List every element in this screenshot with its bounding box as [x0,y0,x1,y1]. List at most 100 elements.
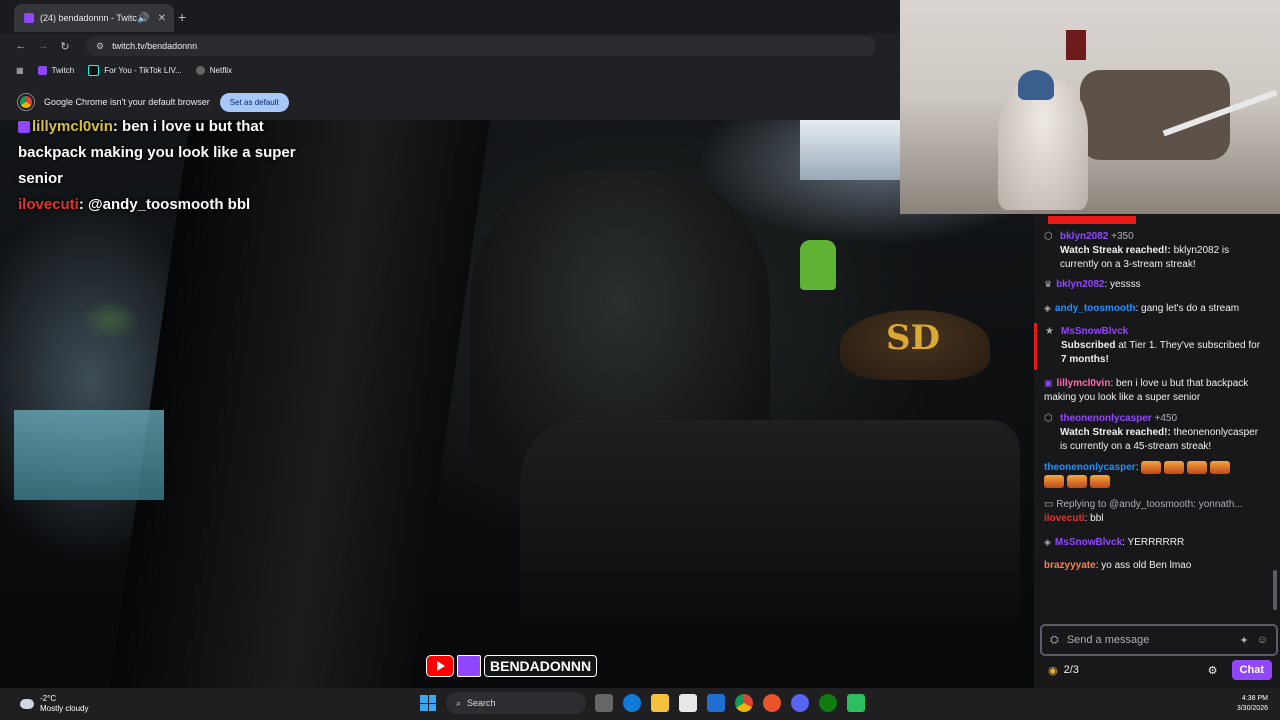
star-icon: ★ [1045,326,1054,337]
chat-username[interactable]: theonenonlycasper [1060,413,1152,424]
points-label: 2/3 [1063,664,1079,676]
set-default-button[interactable]: Set as default [219,92,289,112]
store-icon[interactable] [679,694,697,712]
chat-input-placeholder: Send a message [1066,634,1150,646]
back-icon[interactable]: ← [10,40,32,52]
prime-badge-icon: ▣ [1044,378,1053,388]
apps-grid-icon[interactable]: ▦ [16,66,24,75]
video-overlay-chat: lillymcl0vin: ben i love u but that back… [18,114,298,218]
reload-icon[interactable]: ↻ [54,40,76,53]
close-icon[interactable]: ✕ [158,13,166,24]
chat-message: ⬡ bklyn2082 +350 Watch Streak reached!: … [1034,228,1274,275]
streamer-logo: BENDADONNN [426,655,604,677]
globe-icon [195,65,205,75]
chat-message: brazyyyate: yo ass old Ben lmao [1034,557,1274,576]
bookmark-twitch[interactable]: Twitch [37,65,74,75]
temperature: -2°C [40,694,57,703]
chat-username[interactable]: theonenonlycasper [1044,462,1136,473]
windows-taskbar: -2°C Mostly cloudy ⌕ Search 4:38 PM 3/30… [0,688,1280,720]
emote-icon [1141,461,1162,474]
chat-username[interactable]: bklyn2082 [1056,279,1104,290]
sub-text: at Tier 1. They've subscribed for [1118,340,1261,351]
app-icon[interactable] [847,694,865,712]
speaker-icon[interactable]: 🔊 [137,13,149,24]
search-icon: ⌕ [456,697,462,708]
chat-username[interactable]: ilovecuti [1044,513,1085,524]
overlay-username: lillymcl0vin [32,118,113,135]
twitch-icon [37,65,47,75]
system-clock[interactable]: 4:38 PM 3/30/2026 [1237,694,1268,714]
channel-points-button[interactable]: ◉ 2/3 [1048,664,1079,677]
chat-panel: ⬡ bklyn2082 +350 Watch Streak reached!: … [1034,214,1280,688]
subscription-message: ★ MsSnowBlvck Subscribed at Tier 1. They… [1034,323,1274,370]
chat-username[interactable]: bklyn2082 [1060,231,1108,242]
xbox-icon[interactable] [819,694,837,712]
chat-message: ▭ Replying to @andy_toosmooth: yonnath..… [1034,496,1274,529]
emote-icon [1187,461,1208,474]
emote-icon [1067,475,1087,489]
chat-username[interactable]: lillymcl0vin [1057,378,1111,389]
taskbar-search[interactable]: ⌕ Search [446,692,586,714]
bookmark-netflix[interactable]: Netflix [195,65,232,75]
start-icon[interactable] [420,695,436,711]
chat-scrollbar[interactable] [1273,570,1277,610]
tab-title: (24) bendadonnn - Twitch [40,13,138,23]
points-text: +450 [1154,413,1178,424]
streak-icon: ⬡ [1044,413,1053,424]
chrome-icon[interactable] [735,694,753,712]
chat-message: ⬡ theonenonlycasper +450 Watch Streak re… [1034,410,1274,457]
streak-title: Watch Streak reached!: [1060,245,1171,256]
address-bar[interactable]: ⚙ twitch.tv/bendadonnn [86,36,876,56]
chat-username[interactable]: MsSnowBlvck [1061,326,1128,337]
edge-icon[interactable] [623,694,641,712]
wall-poster [1066,30,1086,60]
chat-message: ◈ MsSnowBlvck: YERRRRRR [1034,533,1274,553]
green-bottle [800,240,836,290]
browser-window: (24) bendadonnn - Twitch 🔊 ✕ + ← → ↻ ⚙ t… [0,0,900,120]
chat-username[interactable]: andy_toosmooth [1055,303,1136,314]
channel-points-icon: ◉ [1048,664,1058,677]
chat-footer: ◉ 2/3 ⚙ Chat [1034,660,1280,680]
overlay-message: : @andy_toosmooth bbl [78,196,251,213]
chat-text: : yessss [1104,279,1141,290]
chat-message: ♛ bklyn2082: yessss [1034,275,1274,295]
bits-icon[interactable]: ⛭ [1050,634,1059,647]
browser-tab[interactable]: (24) bendadonnn - Twitch 🔊 ✕ [14,4,174,32]
car-seat-base [520,420,1020,620]
site-info-icon[interactable]: ⚙ [96,41,104,52]
chat-input[interactable]: ⛭ Send a message ✦ ☺ [1040,624,1278,656]
cloud-icon [20,699,34,709]
sparkle-icon[interactable]: ✦ [1240,634,1249,647]
emoji-icon[interactable]: ☺ [1257,634,1268,646]
mail-icon[interactable] [707,694,725,712]
emote-icon [1210,461,1231,474]
twitch-icon [457,655,481,677]
discord-icon[interactable] [791,694,809,712]
emote-icon [1044,475,1064,489]
streak-icon: ⬡ [1044,231,1053,242]
chat-username[interactable]: brazyyyate [1044,560,1096,571]
taskbar-apps: ⌕ Search [414,692,870,714]
weather-text: Mostly cloudy [40,704,89,713]
bookmarks-bar: ▦ Twitch For You - TikTok LIV... Netflix [0,60,900,80]
gear-icon[interactable]: ⚙ [1208,664,1218,677]
file-explorer-icon[interactable] [651,694,669,712]
sub-label: Subscribed [1061,340,1116,351]
new-tab-icon[interactable]: + [178,9,186,25]
reply-context: ▭ Replying to @andy_toosmooth: yonnath..… [1044,499,1243,511]
sd-logo: SD [886,318,941,358]
bookmark-tiktok[interactable]: For You - TikTok LIV... [88,64,182,76]
chat-text: : YERRRRRR [1122,537,1185,549]
chat-send-button[interactable]: Chat [1231,660,1272,680]
chrome-icon [18,94,34,110]
chat-username[interactable]: MsSnowBlvck [1055,537,1122,548]
hype-bar [1048,216,1136,224]
chat-message: ▣ lillymcl0vin: ben i love u but that bac… [1034,374,1274,408]
badge-icon: ◈ [1044,303,1051,313]
browser-toolbar: ← → ↻ ⚙ twitch.tv/bendadonnn [0,34,900,58]
forward-icon[interactable]: → [32,40,54,52]
tiktok-icon [88,64,100,76]
task-view-icon[interactable] [595,694,613,712]
weather-widget[interactable]: -2°C Mostly cloudy [20,694,88,714]
app-icon[interactable] [763,694,781,712]
